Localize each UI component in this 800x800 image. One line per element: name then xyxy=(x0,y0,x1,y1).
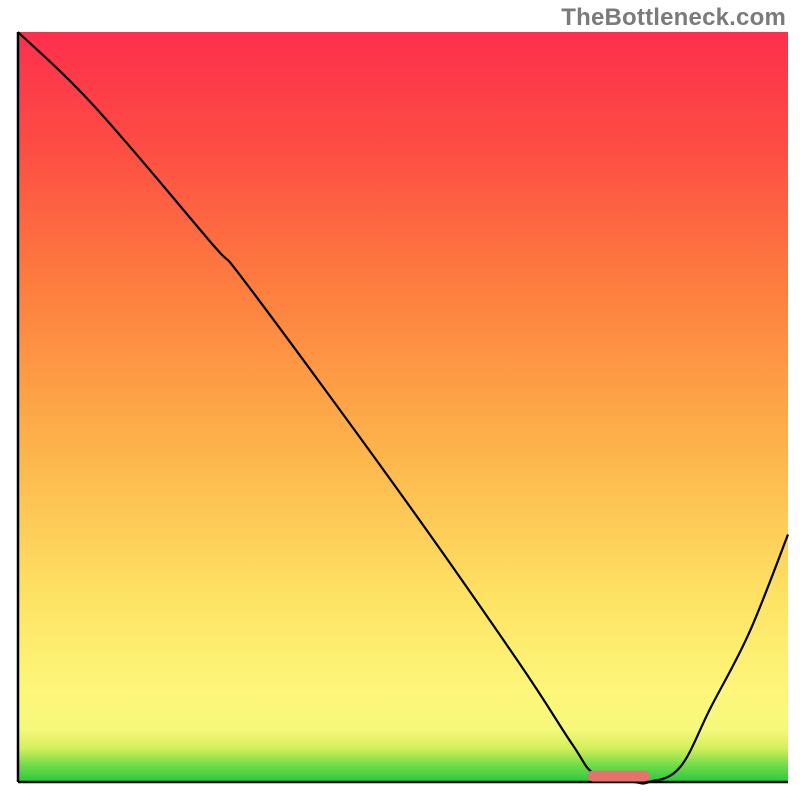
bottleneck-chart xyxy=(0,0,800,800)
chart-container: TheBottleneck.com xyxy=(0,0,800,800)
plot-background xyxy=(18,32,788,782)
optimal-marker xyxy=(588,771,650,782)
